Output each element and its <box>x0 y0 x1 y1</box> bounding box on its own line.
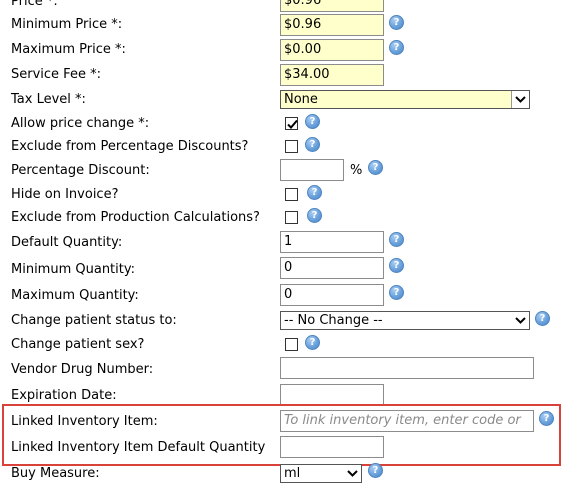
help-icon[interactable]: ? <box>539 411 554 426</box>
percent-unit: % <box>350 163 363 178</box>
max-price-input[interactable]: $0.00 <box>280 39 384 61</box>
default-qty-label: Default Quantity: <box>11 235 123 250</box>
min-qty-input[interactable]: 0 <box>280 257 384 279</box>
tax-level-label: Tax Level *: <box>11 92 86 107</box>
vendor-drug-label: Vendor Drug Number: <box>11 362 154 377</box>
exclude-production-checkbox[interactable] <box>285 211 298 224</box>
expiration-input[interactable] <box>280 384 384 406</box>
price-input[interactable]: $0.96 <box>280 0 384 12</box>
patient-sex-label: Change patient sex? <box>11 337 145 352</box>
buy-measure-label: Buy Measure: <box>11 466 100 481</box>
max-price-label: Maximum Price *: <box>11 42 126 57</box>
patient-status-value: -- No Change -- <box>284 313 383 328</box>
patient-sex-checkbox[interactable] <box>285 338 298 351</box>
exclude-pct-discounts-label: Exclude from Percentage Discounts? <box>11 139 249 154</box>
help-icon[interactable]: ? <box>305 335 320 350</box>
help-icon[interactable]: ? <box>305 114 320 129</box>
help-icon[interactable]: ? <box>389 40 404 55</box>
linked-item-label: Linked Inventory Item: <box>11 414 158 429</box>
exclude-production-label: Exclude from Production Calculations? <box>11 210 260 225</box>
hide-invoice-checkbox[interactable] <box>285 188 298 201</box>
tax-level-select[interactable]: None <box>280 90 530 109</box>
hide-invoice-label: Hide on Invoice? <box>11 187 119 202</box>
chevron-down-icon <box>511 91 529 108</box>
help-icon[interactable]: ? <box>305 137 320 152</box>
tax-level-value: None <box>284 92 318 107</box>
min-price-input[interactable]: $0.96 <box>280 14 384 36</box>
service-fee-label: Service Fee *: <box>11 67 101 82</box>
linked-default-qty-input[interactable] <box>280 436 384 458</box>
help-icon[interactable]: ? <box>389 232 404 247</box>
help-icon[interactable]: ? <box>368 160 383 175</box>
help-icon[interactable]: ? <box>535 311 550 326</box>
help-icon[interactable]: ? <box>307 185 322 200</box>
min-price-label: Minimum Price *: <box>11 17 123 32</box>
default-qty-input[interactable]: 1 <box>280 231 384 253</box>
min-qty-label: Minimum Quantity: <box>11 262 135 277</box>
linked-item-input[interactable]: To link inventory item, enter code or <box>280 410 534 432</box>
chevron-down-icon <box>512 312 529 329</box>
checkmark-icon <box>287 119 298 129</box>
service-fee-input[interactable]: $34.00 <box>280 64 384 86</box>
max-qty-label: Maximum Quantity: <box>11 288 139 303</box>
expiration-label: Expiration Date: <box>11 388 117 403</box>
allow-price-change-checkbox[interactable] <box>285 117 298 130</box>
price-label: Price *: <box>11 0 58 9</box>
exclude-pct-discounts-checkbox[interactable] <box>285 140 298 153</box>
linked-default-qty-label: Linked Inventory Item Default Quantity <box>11 440 266 455</box>
help-icon[interactable]: ? <box>389 285 404 300</box>
help-icon[interactable]: ? <box>368 463 383 478</box>
patient-status-label: Change patient status to: <box>11 313 177 328</box>
help-icon[interactable]: ? <box>389 15 404 30</box>
allow-price-change-label: Allow price change *: <box>11 116 150 131</box>
max-qty-input[interactable]: 0 <box>280 284 384 306</box>
patient-status-select[interactable]: -- No Change -- <box>280 311 530 330</box>
vendor-drug-input[interactable] <box>280 357 534 379</box>
help-icon[interactable]: ? <box>307 208 322 223</box>
help-icon[interactable]: ? <box>389 258 404 273</box>
pct-discount-input[interactable] <box>280 159 344 181</box>
pct-discount-label: Percentage Discount: <box>11 163 150 178</box>
